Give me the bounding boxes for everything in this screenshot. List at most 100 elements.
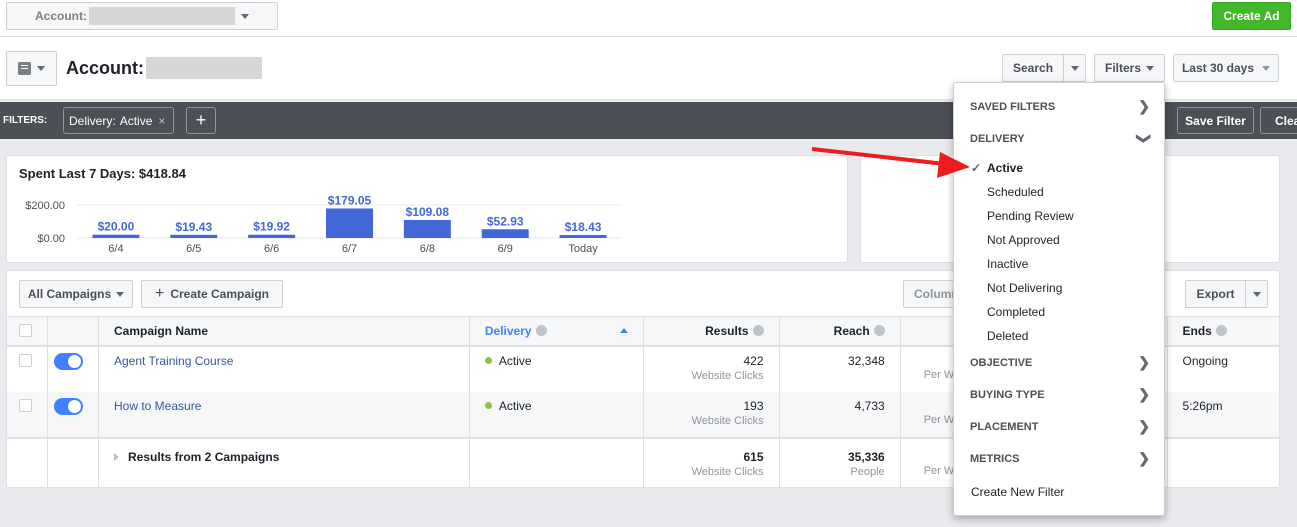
bar	[248, 234, 296, 238]
x-tick-label: 6/5	[186, 243, 201, 255]
campaign-toggle[interactable]	[54, 352, 83, 370]
info-icon[interactable]	[873, 325, 885, 336]
filters-button[interactable]: Filters	[1094, 54, 1165, 82]
total-label-cell[interactable]: Results from 2 Campaigns	[98, 436, 470, 487]
menu-item-completed[interactable]: Completed	[987, 305, 1045, 319]
row-toggle-cell	[47, 391, 99, 438]
bar	[559, 234, 607, 238]
column-header-ends[interactable]: Ends	[1167, 316, 1279, 347]
expand-icon[interactable]	[114, 452, 119, 461]
row-checkbox[interactable]	[19, 353, 32, 367]
campaign-name-cell: Agent Training Course	[98, 345, 470, 392]
x-tick-label: 6/8	[420, 243, 435, 255]
results-type: Website Clicks	[691, 414, 764, 427]
menu-section-placement[interactable]: PLACEMENT ❯	[970, 418, 1150, 434]
x-tick-label: Today	[568, 243, 598, 255]
menu-item-deleted[interactable]: Deleted	[987, 329, 1028, 343]
menu-item-active[interactable]: ✓ Active	[971, 161, 1023, 175]
menu-section-objective[interactable]: OBJECTIVE ❯	[970, 354, 1150, 370]
account-label: Account:	[35, 9, 87, 23]
search-label[interactable]: Search	[1003, 55, 1065, 81]
export-label[interactable]: Export	[1186, 281, 1246, 307]
section-label: BUYING TYPE	[970, 389, 1045, 401]
sort-ascending-icon	[620, 328, 629, 333]
results-type: Website Clicks	[691, 369, 764, 382]
add-filter-button[interactable]: +	[186, 107, 216, 134]
create-ad-button[interactable]: Create Ad	[1212, 2, 1291, 30]
date-range-label: Last 30 days	[1181, 61, 1255, 75]
bar	[92, 234, 140, 238]
results-value: 193	[743, 398, 764, 413]
total-delivery-cell	[469, 436, 645, 487]
bar-value-label: $19.43	[175, 220, 212, 234]
search-button[interactable]: Search	[1002, 54, 1086, 82]
bar-value-label: $19.92	[253, 220, 290, 234]
chevron-down-icon	[1070, 65, 1079, 71]
select-all-cell	[7, 316, 48, 347]
account-selector[interactable]: Account:	[6, 2, 278, 30]
y-tick-label: $0.00	[37, 233, 65, 245]
menu-section-buying-type[interactable]: BUYING TYPE ❯	[970, 386, 1150, 402]
section-label: SAVED FILTERS	[970, 101, 1056, 113]
export-button[interactable]: Export	[1185, 280, 1268, 308]
campaign-toggle[interactable]	[54, 397, 83, 415]
select-all-checkbox[interactable]	[19, 324, 32, 337]
info-icon[interactable]	[752, 325, 764, 336]
save-filter-button[interactable]: Save Filter	[1177, 107, 1254, 134]
results-cell: 193 Website Clicks	[643, 391, 780, 438]
column-header-delivery[interactable]: Delivery	[469, 316, 645, 347]
column-header-reach[interactable]: Reach	[779, 316, 901, 347]
total-results-value: 615	[743, 449, 764, 464]
close-icon[interactable]: ×	[158, 114, 165, 128]
chevron-down-icon	[37, 66, 45, 71]
x-tick-label: 6/9	[498, 243, 513, 255]
menu-section-metrics[interactable]: METRICS ❯	[970, 450, 1150, 466]
redacted-account-name	[89, 7, 235, 25]
search-dropdown[interactable]	[1064, 65, 1085, 71]
chevron-right-icon: ❯	[1138, 98, 1150, 114]
bar-value-label: $179.05	[328, 193, 372, 207]
menu-section-delivery[interactable]: DELIVERY ❯	[970, 133, 1153, 145]
menu-item-inactive[interactable]: Inactive	[987, 257, 1028, 271]
document-icon	[18, 62, 31, 75]
menu-item-pending-review[interactable]: Pending Review	[987, 209, 1074, 223]
view-menu-button[interactable]	[6, 51, 57, 86]
plus-icon: +	[154, 285, 165, 302]
all-campaigns-label: All Campaigns	[27, 287, 112, 301]
chevron-right-icon: ❯	[1138, 354, 1150, 370]
create-new-filter-item[interactable]: Create New Filter	[971, 485, 1064, 499]
chevron-right-icon: ❯	[1138, 450, 1150, 466]
row-toggle-cell	[47, 345, 99, 392]
chevron-down-icon	[1262, 65, 1271, 71]
create-campaign-label: Create Campaign	[170, 287, 270, 301]
header-label: Results	[705, 324, 749, 338]
filters-label: FILTERS:	[3, 115, 48, 126]
info-icon[interactable]	[1215, 325, 1227, 336]
filter-chip-delivery[interactable]: Delivery: Active ×	[63, 107, 174, 134]
menu-item-scheduled[interactable]: Scheduled	[987, 185, 1044, 199]
campaign-name-link[interactable]: Agent Training Course	[114, 354, 233, 368]
menu-item-not-approved[interactable]: Not Approved	[987, 233, 1060, 247]
date-range-selector[interactable]: Last 30 days	[1173, 54, 1279, 82]
campaign-name-link[interactable]: How to Measure	[114, 399, 201, 413]
menu-section-saved-filters[interactable]: SAVED FILTERS ❯	[970, 98, 1150, 114]
create-campaign-button[interactable]: + Create Campaign	[141, 280, 283, 308]
clear-button[interactable]: Clear	[1260, 107, 1297, 134]
column-header-campaign-name[interactable]: Campaign Name	[98, 316, 470, 347]
chip-key: Delivery:	[69, 113, 116, 128]
all-campaigns-dropdown[interactable]: All Campaigns	[19, 280, 133, 308]
spend-bar-chart: $0.00 $200.00 $20.00 6/4 $19.43 6/5 $19.92 6/6 $…	[25, 193, 622, 255]
column-header-results[interactable]: Results	[643, 316, 780, 347]
x-tick-label: 6/4	[108, 243, 123, 255]
section-label: OBJECTIVE	[970, 357, 1033, 369]
info-icon[interactable]	[535, 325, 547, 336]
row-checkbox[interactable]	[19, 398, 32, 412]
x-tick-label: 6/7	[342, 243, 357, 255]
delivery-cell: Active	[469, 345, 645, 392]
total-results-cell: 615 Website Clicks	[643, 436, 780, 487]
section-label: METRICS	[970, 453, 1020, 465]
export-dropdown[interactable]	[1246, 291, 1267, 297]
row-select-cell	[7, 345, 48, 392]
menu-item-not-delivering[interactable]: Not Delivering	[987, 281, 1062, 295]
chevron-down-icon	[241, 13, 249, 19]
